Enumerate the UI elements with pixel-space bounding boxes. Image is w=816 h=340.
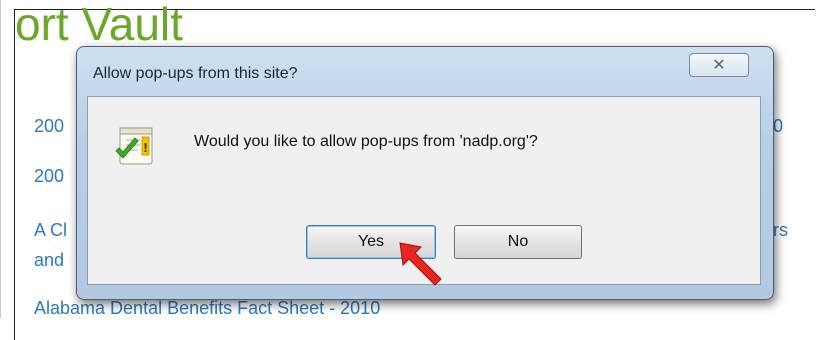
- dialog-title: Allow pop-ups from this site?: [93, 65, 298, 82]
- link-fragment[interactable]: rs: [773, 218, 788, 242]
- checklist-warning-icon: !: [115, 127, 153, 165]
- no-button[interactable]: No: [454, 225, 582, 259]
- close-button[interactable]: ✕: [689, 53, 749, 77]
- close-icon: ✕: [712, 57, 726, 74]
- red-arrow-annotation: [399, 242, 442, 286]
- report-link[interactable]: 200: [34, 114, 64, 138]
- report-link[interactable]: 200: [34, 164, 64, 188]
- left-edge-line: [0, 0, 1, 318]
- report-link-continued[interactable]: and: [34, 248, 64, 272]
- link-fragment[interactable]: 0: [773, 114, 783, 138]
- report-link[interactable]: A Cl: [34, 218, 67, 242]
- dialog-message: Would you like to allow pop-ups from 'na…: [194, 133, 538, 150]
- svg-text:!: !: [143, 140, 147, 155]
